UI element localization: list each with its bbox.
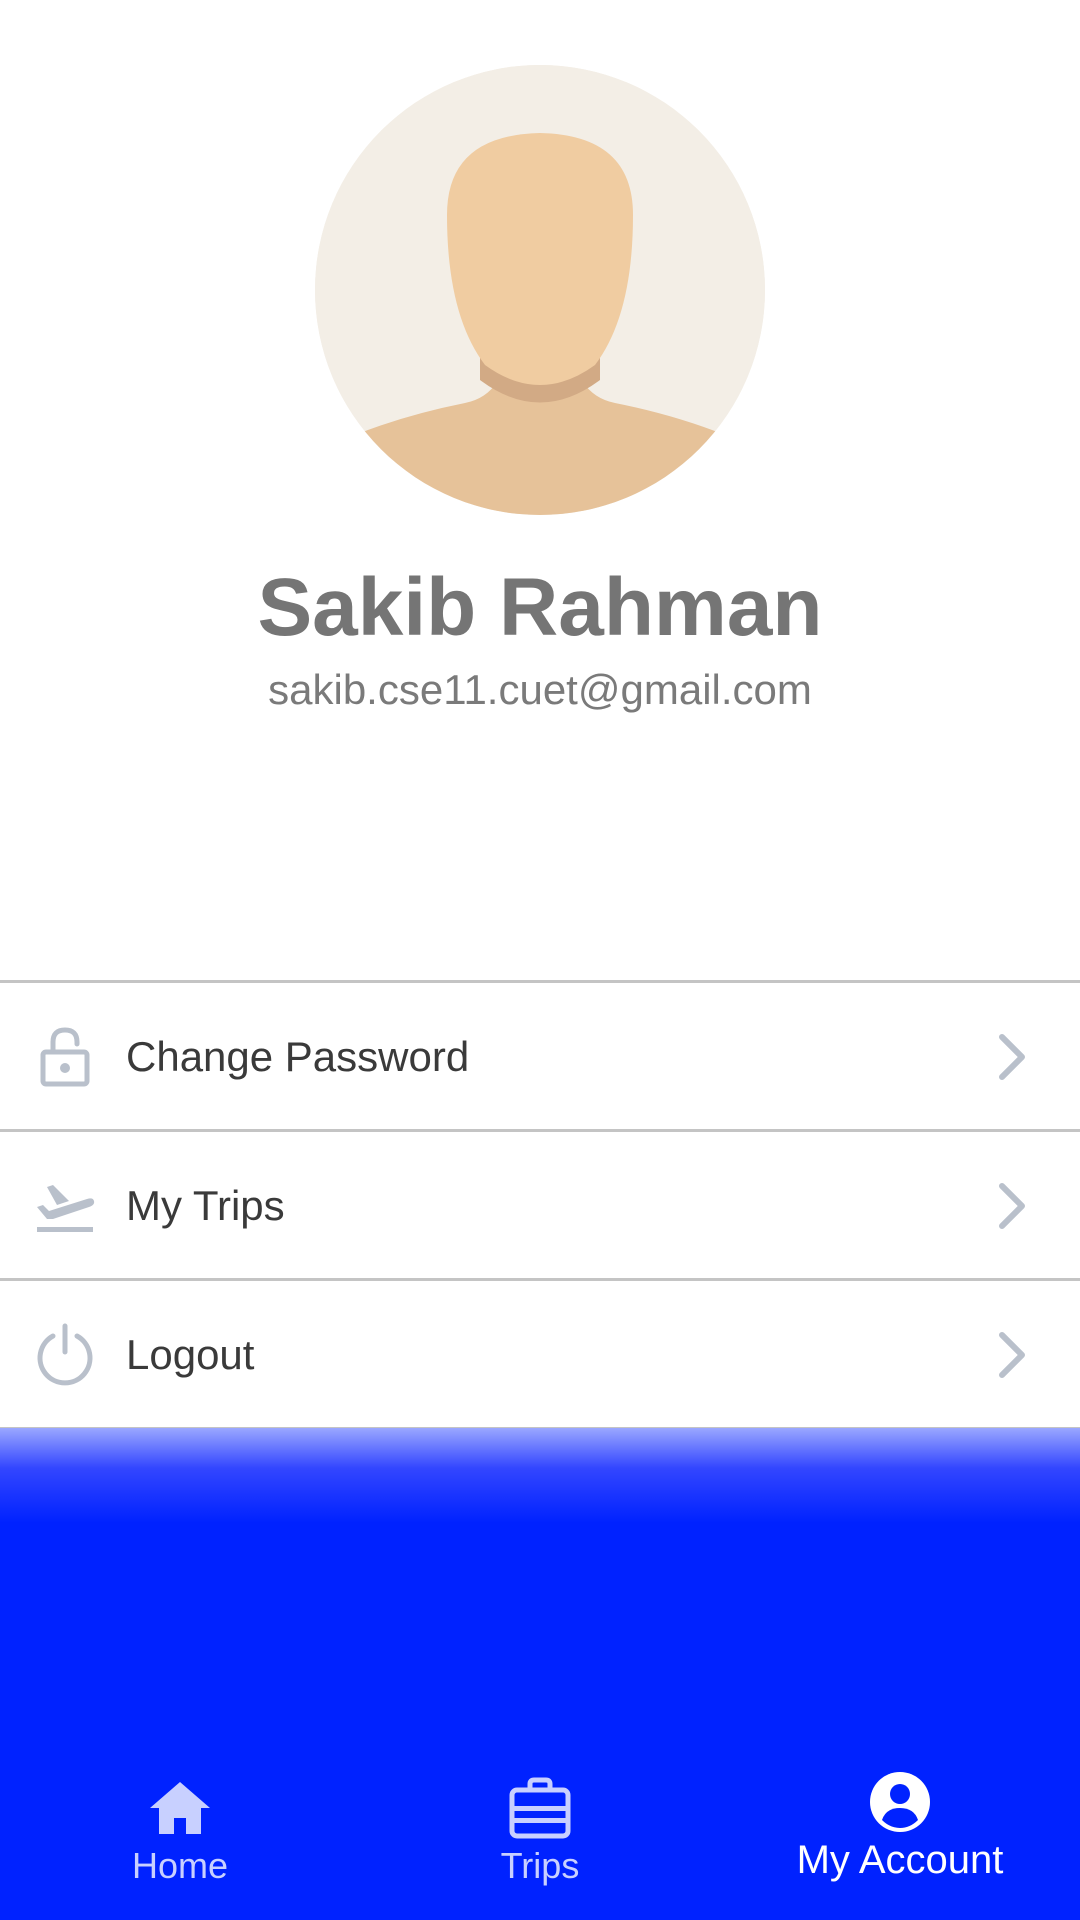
menu-item-change-password[interactable]: Change Password (0, 983, 1080, 1132)
nav-label-home: Home (131, 1845, 229, 1886)
avatar[interactable] (315, 65, 765, 515)
account-circle-icon (870, 1772, 930, 1832)
lock-icon (40, 1027, 90, 1087)
nav-item-home[interactable]: Home (0, 1740, 360, 1920)
bottom-navigation: Home Trips My Account (0, 1740, 1080, 1920)
profile-header: Sakib Rahman sakib.cse11.cuet@gmail.com (0, 0, 1080, 980)
nav-label-my-account: My Account (796, 1838, 1004, 1882)
nav-item-trips[interactable]: Trips (360, 1740, 720, 1920)
flight-takeoff-icon (37, 1185, 95, 1232)
user-email: sakib.cse11.cuet@gmail.com (268, 666, 812, 713)
menu-item-label: My Trips (126, 1182, 285, 1229)
chevron-right-icon (999, 1183, 1025, 1229)
nav-item-my-account[interactable]: My Account (720, 1740, 1080, 1920)
menu-item-logout[interactable]: Logout (0, 1281, 1080, 1430)
chevron-right-icon (999, 1034, 1025, 1080)
default-user-avatar-icon (315, 65, 765, 515)
power-icon (37, 1323, 93, 1386)
home-icon (150, 1782, 210, 1834)
account-menu: Change Password My Trips Logout (0, 980, 1080, 1430)
chevron-right-icon (999, 1332, 1025, 1378)
nav-label-trips: Trips (500, 1845, 580, 1886)
user-name: Sakib Rahman (257, 562, 823, 653)
menu-item-label: Change Password (126, 1033, 470, 1080)
briefcase-icon (509, 1777, 571, 1839)
menu-item-label: Logout (126, 1331, 255, 1378)
menu-item-my-trips[interactable]: My Trips (0, 1132, 1080, 1281)
